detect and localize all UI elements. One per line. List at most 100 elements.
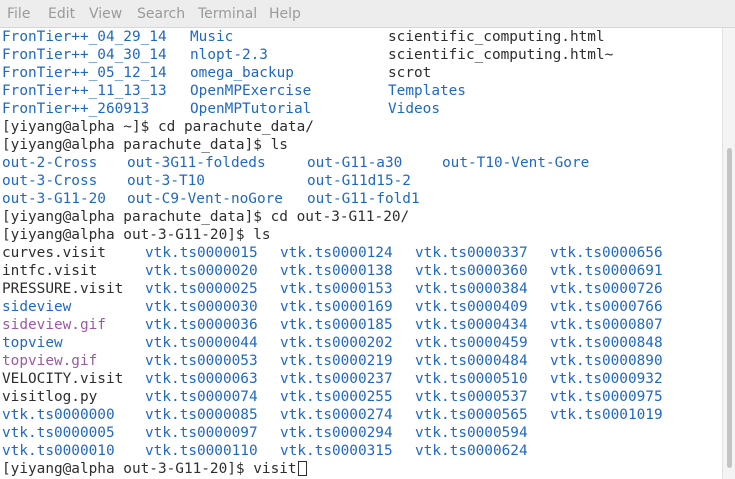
text-cursor (297, 461, 307, 476)
command-input[interactable]: visit (253, 461, 296, 477)
file-entry: vtk.ts0000085 (145, 407, 258, 423)
file-entry: vtk.ts0000766 (550, 299, 663, 315)
file-entry: vtk.ts0000219 (280, 353, 393, 369)
file-entry: vtk.ts0000169 (280, 299, 393, 315)
file-entry: out-2-Cross (2, 155, 98, 171)
file-entry: Videos (388, 101, 440, 117)
file-entry: scrot (388, 65, 432, 81)
file-entry: intfc.visit (2, 263, 98, 279)
file-entry: OpenMPTutorial (190, 101, 312, 117)
menu-view[interactable]: View (89, 6, 122, 22)
file-entry: vtk.ts0000153 (280, 281, 393, 297)
file-entry: Templates (388, 83, 466, 99)
file-entry: vtk.ts0000537 (415, 389, 528, 405)
file-entry: vtk.ts0000124 (280, 245, 393, 261)
file-entry: FronTier++_05_12_14 (2, 65, 167, 81)
file-entry: vtk.ts0000030 (145, 299, 258, 315)
file-entry: vtk.ts0000409 (415, 299, 528, 315)
file-entry: VELOCITY.visit (2, 371, 124, 387)
file-entry: vtk.ts0000565 (415, 407, 528, 423)
file-entry: vtk.ts0000237 (280, 371, 393, 387)
file-entry: vtk.ts0000656 (550, 245, 663, 261)
file-entry: vtk.ts0000005 (2, 425, 115, 441)
command-text: [yiyang@alpha ~]$ cd parachute_data/ (2, 119, 314, 135)
scrollbar-thumb[interactable] (727, 148, 732, 468)
command-text: [yiyang@alpha parachute_data]$ ls (2, 137, 288, 153)
file-entry: out-3-Cross (2, 173, 98, 189)
file-entry: vtk.ts0000138 (280, 263, 393, 279)
file-entry: omega_backup (190, 65, 294, 81)
command-line: [yiyang@alpha ~]$ cd parachute_data/ (2, 118, 314, 136)
file-entry: out-G11-a30 (307, 155, 403, 171)
command-text: [yiyang@alpha parachute_data]$ cd out-3-… (2, 209, 410, 225)
file-entry: vtk.ts0000807 (550, 317, 663, 333)
file-entry: FronTier++_260913 (2, 101, 150, 117)
file-entry: vtk.ts0000726 (550, 281, 663, 297)
file-entry: vtk.ts0000384 (415, 281, 528, 297)
file-entry: sideview.gif (2, 317, 106, 333)
file-entry: vtk.ts0001019 (550, 407, 663, 423)
file-entry: vtk.ts0000459 (415, 335, 528, 351)
file-entry: vtk.ts0000063 (145, 371, 258, 387)
file-entry: vtk.ts0000255 (280, 389, 393, 405)
file-entry: scientific_computing.html~ (388, 47, 614, 63)
file-entry: nlopt-2.3 (190, 47, 268, 63)
file-entry: vtk.ts0000484 (415, 353, 528, 369)
file-entry: vtk.ts0000510 (415, 371, 528, 387)
file-entry: vtk.ts0000975 (550, 389, 663, 405)
file-entry: vtk.ts0000036 (145, 317, 258, 333)
file-entry: out-C9-Vent-noGore (127, 191, 283, 207)
file-entry: vtk.ts0000097 (145, 425, 258, 441)
file-entry: vtk.ts0000202 (280, 335, 393, 351)
file-entry: topview.gif (2, 353, 98, 369)
file-entry: out-3-T10 (127, 173, 205, 189)
file-entry: vtk.ts0000000 (2, 407, 115, 423)
file-entry: OpenMPExercise (190, 83, 312, 99)
menu-search[interactable]: Search (137, 6, 185, 22)
file-entry: FronTier++_04_30_14 (2, 47, 167, 63)
file-entry: vtk.ts0000337 (415, 245, 528, 261)
file-entry: Music (190, 29, 234, 45)
file-entry: visitlog.py (2, 389, 98, 405)
menu-edit[interactable]: Edit (48, 6, 75, 22)
file-entry: vtk.ts0000594 (415, 425, 528, 441)
menu-bar: File Edit View Search Terminal Help (0, 0, 735, 28)
file-entry: out-3G11-foldeds (127, 155, 266, 171)
file-entry: vtk.ts0000890 (550, 353, 663, 369)
file-entry: vtk.ts0000025 (145, 281, 258, 297)
file-entry: vtk.ts0000848 (550, 335, 663, 351)
file-entry: vtk.ts0000044 (145, 335, 258, 351)
command-line: [yiyang@alpha parachute_data]$ ls (2, 136, 288, 154)
file-entry: sideview (2, 299, 72, 315)
terminal-output[interactable]: FronTier++_04_29_14 Music scientific_compu… (0, 28, 722, 479)
prompt-text: [yiyang@alpha out-3-G11-20]$ (2, 461, 254, 477)
file-entry: vtk.ts0000020 (145, 263, 258, 279)
file-entry: topview (2, 335, 63, 351)
file-entry: vtk.ts0000110 (145, 443, 258, 459)
file-entry: vtk.ts0000010 (2, 443, 115, 459)
file-entry: vtk.ts0000932 (550, 371, 663, 387)
file-entry: scientific_computing.html (388, 29, 605, 45)
file-entry: vtk.ts0000360 (415, 263, 528, 279)
menu-terminal[interactable]: Terminal (198, 6, 257, 22)
command-line: [yiyang@alpha parachute_data]$ cd out-3-… (2, 208, 409, 226)
menu-help[interactable]: Help (269, 6, 301, 22)
file-entry: vtk.ts0000315 (280, 443, 393, 459)
file-entry: out-G11d15-2 (307, 173, 411, 189)
file-entry: vtk.ts0000074 (145, 389, 258, 405)
prompt-line: [yiyang@alpha out-3-G11-20]$ visit (2, 460, 307, 478)
file-entry: PRESSURE.visit (2, 281, 124, 297)
command-text: [yiyang@alpha out-3-G11-20]$ ls (2, 227, 271, 243)
scrollbar[interactable] (722, 28, 735, 479)
file-entry: vtk.ts0000691 (550, 263, 663, 279)
file-entry: vtk.ts0000053 (145, 353, 258, 369)
file-entry: vtk.ts0000274 (280, 407, 393, 423)
file-entry: FronTier++_11_13_13 (2, 83, 167, 99)
file-entry: out-G11-fold1 (307, 191, 420, 207)
file-entry: FronTier++_04_29_14 (2, 29, 167, 45)
file-entry: vtk.ts0000434 (415, 317, 528, 333)
file-entry: out-3-G11-20 (2, 191, 106, 207)
file-entry: vtk.ts0000015 (145, 245, 258, 261)
menu-file[interactable]: File (7, 6, 30, 22)
file-entry: vtk.ts0000624 (415, 443, 528, 459)
